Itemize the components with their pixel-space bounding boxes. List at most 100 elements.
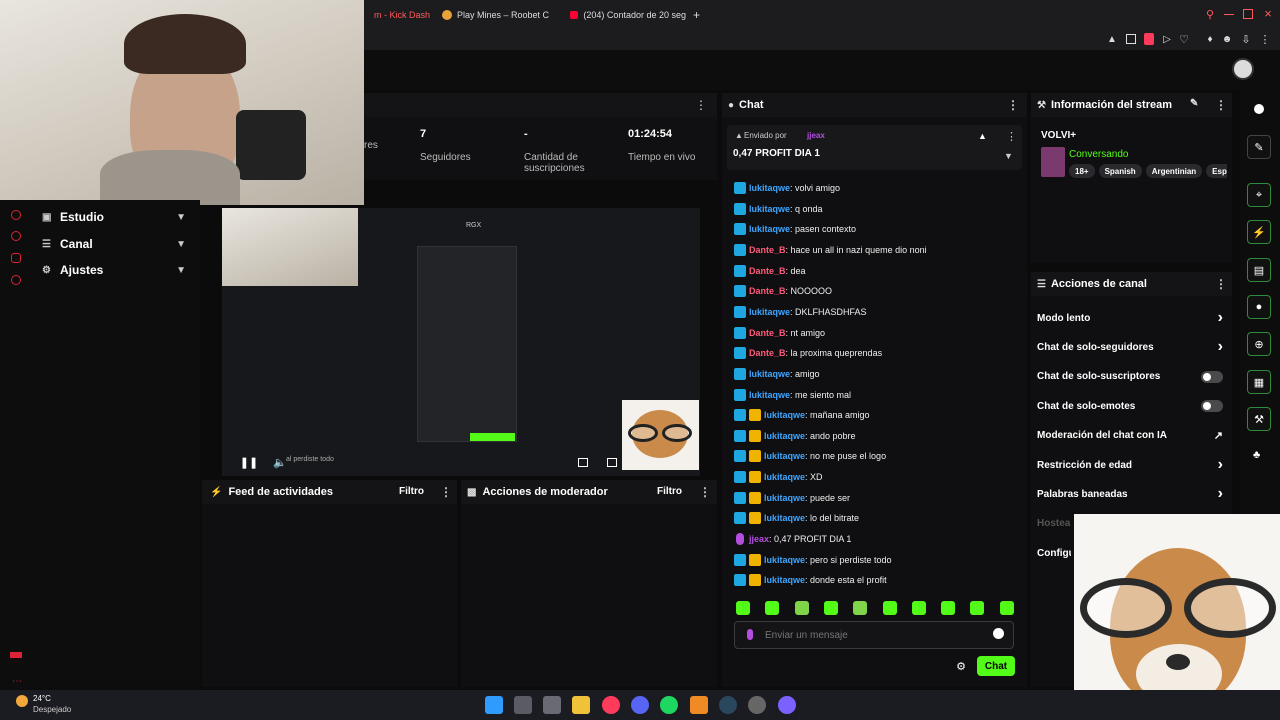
chevron-down-icon[interactable]: ▼ bbox=[1004, 151, 1013, 161]
chat-username[interactable]: lukitaqwe bbox=[764, 410, 805, 420]
chat-username[interactable]: Dante_B bbox=[749, 286, 786, 296]
volume-icon[interactable]: 🔈 bbox=[273, 456, 287, 469]
clock-icon[interactable] bbox=[11, 231, 21, 241]
close-icon[interactable]: × bbox=[1262, 6, 1274, 21]
chat-input-box[interactable] bbox=[734, 621, 1014, 649]
rail-button-broadcast[interactable]: ⊕ bbox=[1247, 332, 1271, 356]
toggle-switch[interactable] bbox=[1201, 400, 1223, 413]
record-icon[interactable] bbox=[11, 210, 21, 220]
edit-rail-button[interactable]: ✎ bbox=[1247, 135, 1271, 159]
send-chat-button[interactable]: Chat bbox=[977, 656, 1015, 676]
toggle-switch[interactable] bbox=[1201, 370, 1223, 383]
task-view-icon[interactable] bbox=[514, 696, 532, 714]
minimize-icon[interactable] bbox=[1224, 14, 1234, 15]
chat-username[interactable]: Dante_B bbox=[749, 245, 786, 255]
stream-tag[interactable]: Spanish bbox=[1098, 164, 1142, 178]
channel-action-item[interactable]: Chat de solo-seguidores › bbox=[1037, 337, 1227, 357]
channel-action-item[interactable]: Moderación del chat con IA ↗ bbox=[1037, 426, 1227, 446]
avatar[interactable] bbox=[1232, 58, 1254, 80]
chat-username[interactable]: lukitaqwe bbox=[749, 204, 790, 214]
sidebar-item-estudio[interactable]: ▣ Estudio ▼ bbox=[42, 206, 192, 228]
chat-username[interactable]: Dante_B bbox=[749, 328, 786, 338]
rail-button-crosshair[interactable]: ⌖ bbox=[1247, 183, 1271, 207]
channel-action-item[interactable]: Palabras baneadas › bbox=[1037, 484, 1227, 504]
chat-username[interactable]: jjeax bbox=[749, 534, 769, 544]
pip-icon[interactable] bbox=[578, 458, 588, 467]
stream-category[interactable]: Conversando bbox=[1069, 149, 1128, 160]
channel-action-item[interactable]: Modo lento › bbox=[1037, 308, 1227, 328]
chat-username[interactable]: Dante_B bbox=[749, 266, 786, 276]
unpin-icon[interactable]: ▲ bbox=[978, 131, 987, 141]
logout-icon[interactable] bbox=[10, 652, 22, 658]
chat-username[interactable]: lukitaqwe bbox=[749, 224, 790, 234]
app-icon[interactable] bbox=[778, 696, 796, 714]
stream-tag[interactable]: Argentinian bbox=[1145, 164, 1203, 178]
more-options-icon[interactable]: ⋮ bbox=[1215, 98, 1227, 112]
microphone-icon[interactable] bbox=[747, 629, 753, 640]
mod-filter-button[interactable]: Filtro bbox=[657, 486, 682, 497]
spotify-icon[interactable] bbox=[660, 696, 678, 714]
people-icon[interactable] bbox=[11, 253, 21, 263]
opera-gx-icon[interactable] bbox=[602, 696, 620, 714]
obs-icon[interactable] bbox=[748, 696, 766, 714]
pin-icon[interactable]: ▲ bbox=[1106, 33, 1118, 45]
extensions-icon[interactable]: ♦ bbox=[1204, 32, 1216, 46]
menu-icon[interactable]: ⋮ bbox=[1259, 32, 1271, 46]
heart-icon[interactable]: ♡ bbox=[1178, 32, 1190, 46]
chat-username[interactable]: lukitaqwe bbox=[749, 183, 790, 193]
sidebar-item-canal[interactable]: ☰ Canal ▼ bbox=[42, 233, 192, 255]
theater-icon[interactable] bbox=[607, 458, 617, 467]
chat-input[interactable] bbox=[765, 627, 985, 643]
tab-kick-dashboard[interactable]: m - Kick Dashbo bbox=[374, 6, 430, 24]
windows-start-icon[interactable] bbox=[485, 696, 503, 714]
more-options-icon[interactable]: ⋮ bbox=[699, 485, 711, 499]
chat-username[interactable]: lukitaqwe bbox=[749, 390, 790, 400]
chat-username[interactable]: lukitaqwe bbox=[764, 513, 805, 523]
profile-icon[interactable]: ☻ bbox=[1221, 32, 1233, 46]
chat-username[interactable]: lukitaqwe bbox=[764, 575, 805, 585]
chat-username[interactable]: lukitaqwe bbox=[749, 307, 790, 317]
channel-action-item[interactable]: Hostear bbox=[1037, 514, 1071, 534]
edit-icon[interactable]: ✎ bbox=[1190, 98, 1198, 109]
chat-username[interactable]: lukitaqwe bbox=[764, 451, 805, 461]
emote-icon[interactable] bbox=[882, 601, 897, 615]
channel-action-item[interactable]: Restricción de edad › bbox=[1037, 455, 1227, 475]
shield-icon[interactable] bbox=[1144, 33, 1154, 45]
sidebar-item-ajustes[interactable]: ⚙ Ajustes ▼ bbox=[42, 259, 192, 281]
feed-filter-button[interactable]: Filtro bbox=[399, 486, 424, 497]
more-options-icon[interactable]: ⋮ bbox=[695, 98, 707, 112]
new-tab-button[interactable]: + bbox=[693, 6, 705, 24]
emote-icon[interactable] bbox=[853, 601, 868, 615]
emote-icon[interactable] bbox=[765, 601, 780, 615]
rail-button-layout[interactable]: ▦ bbox=[1247, 370, 1271, 394]
chat-username[interactable]: lukitaqwe bbox=[764, 472, 805, 482]
play-icon[interactable]: ▷ bbox=[1161, 32, 1173, 46]
channel-action-item[interactable]: Chat de solo-emotes bbox=[1037, 396, 1227, 416]
download-icon[interactable]: ⇩ bbox=[1240, 32, 1252, 46]
file-explorer-icon[interactable] bbox=[572, 696, 590, 714]
chat-username[interactable]: lukitaqwe bbox=[749, 369, 790, 379]
settings-icon[interactable] bbox=[11, 275, 21, 285]
chat-username[interactable]: lukitaqwe bbox=[764, 555, 805, 565]
emote-icon[interactable] bbox=[941, 601, 956, 615]
fl-studio-icon[interactable] bbox=[690, 696, 708, 714]
emote-icon[interactable] bbox=[999, 601, 1014, 615]
tab-youtube[interactable]: (204) Contador de 20 seg bbox=[570, 6, 686, 24]
emote-icon[interactable] bbox=[736, 601, 750, 615]
puzzle-icon[interactable]: ♣ bbox=[1253, 449, 1260, 461]
info-icon[interactable] bbox=[1254, 104, 1264, 114]
more-options-icon[interactable]: ⋮ bbox=[1007, 98, 1019, 112]
emoji-icon[interactable] bbox=[993, 628, 1004, 639]
screenshot-icon[interactable] bbox=[1126, 34, 1136, 44]
chat-username[interactable]: lukitaqwe bbox=[764, 431, 805, 441]
chat-username[interactable]: Dante_B bbox=[749, 348, 786, 358]
stream-tag[interactable]: Esp bbox=[1206, 164, 1227, 178]
more-options-icon[interactable]: ⋮ bbox=[1215, 277, 1227, 291]
emote-icon[interactable] bbox=[970, 601, 985, 615]
rail-button-chat[interactable]: ● bbox=[1247, 295, 1271, 319]
pause-icon[interactable]: ❚❚ bbox=[240, 456, 258, 469]
rail-button-document[interactable]: ▤ bbox=[1247, 258, 1271, 282]
steam-icon[interactable] bbox=[719, 696, 737, 714]
more-options-icon[interactable]: ⋮ bbox=[1006, 130, 1017, 143]
discord-icon[interactable] bbox=[631, 696, 649, 714]
